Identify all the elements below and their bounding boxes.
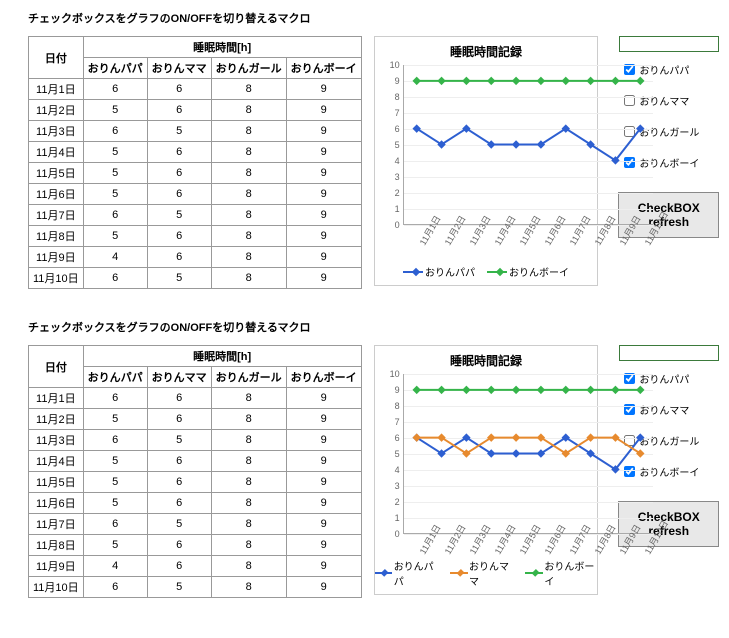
table-row: 11月1日6689: [29, 388, 362, 409]
col-group: 睡眠時間[h]: [83, 346, 361, 367]
table-row: 11月9日4689: [29, 556, 362, 577]
y-tick: 0: [384, 220, 400, 230]
y-tick: 2: [384, 497, 400, 507]
table-row: 11月3日6589: [29, 121, 362, 142]
table-row: 11月2日5689: [29, 100, 362, 121]
col-0: おりんパパ: [83, 58, 147, 79]
y-tick: 1: [384, 204, 400, 214]
section-0: チェックボックスをグラフのON/OFFを切り替えるマクロ日付睡眠時間[h]おりん…: [10, 10, 719, 289]
series-marker: [437, 386, 445, 394]
series-marker: [512, 449, 520, 457]
series-marker: [512, 386, 520, 394]
y-tick: 7: [384, 417, 400, 427]
legend-item: おりんママ: [450, 558, 513, 588]
table-row: 11月3日6589: [29, 430, 362, 451]
col-date: 日付: [29, 346, 84, 388]
table-row: 11月10日6589: [29, 268, 362, 289]
legend-item: おりんボーイ: [487, 264, 569, 279]
y-tick: 6: [384, 124, 400, 134]
table-row: 11月4日5689: [29, 451, 362, 472]
col-2: おりんガール: [211, 367, 286, 388]
series-marker: [586, 386, 594, 394]
table-row: 11月7日6589: [29, 205, 362, 226]
table-row: 11月5日5689: [29, 472, 362, 493]
table-row: 11月7日6589: [29, 514, 362, 535]
y-tick: 5: [384, 140, 400, 150]
legend-item: おりんボーイ: [525, 558, 597, 588]
series-marker: [512, 77, 520, 85]
table-row: 11月5日5689: [29, 163, 362, 184]
table-row: 11月8日5689: [29, 226, 362, 247]
chart-1: 睡眠時間記録01234567891011月1日11月2日11月3日11月4日11…: [374, 345, 599, 595]
series-marker: [487, 386, 495, 394]
series-marker: [611, 77, 619, 85]
series-marker: [412, 77, 420, 85]
y-tick: 9: [384, 76, 400, 86]
y-tick: 3: [384, 172, 400, 182]
col-0: おりんパパ: [83, 367, 147, 388]
chart-0: 睡眠時間記録01234567891011月1日11月2日11月3日11月4日11…: [374, 36, 599, 286]
data-table: 日付睡眠時間[h]おりんパパおりんママおりんガールおりんボーイ11月1日6689…: [28, 36, 362, 289]
col-1: おりんママ: [147, 367, 211, 388]
blank-cell: [619, 345, 719, 361]
y-tick: 0: [384, 529, 400, 539]
y-tick: 10: [384, 369, 400, 379]
section-title: チェックボックスをグラフのON/OFFを切り替えるマクロ: [28, 319, 719, 335]
y-tick: 9: [384, 385, 400, 395]
table-row: 11月6日5689: [29, 184, 362, 205]
y-tick: 10: [384, 60, 400, 70]
chart-legend: おりんパパおりんボーイ: [375, 264, 598, 279]
series-marker: [636, 77, 644, 85]
y-tick: 2: [384, 188, 400, 198]
series-marker: [536, 77, 544, 85]
series-marker: [462, 77, 470, 85]
series-marker: [487, 77, 495, 85]
series-marker: [561, 386, 569, 394]
series-line: [416, 129, 640, 161]
chart-title: 睡眠時間記録: [375, 37, 598, 60]
y-tick: 4: [384, 156, 400, 166]
legend-item: おりんパパ: [403, 264, 475, 279]
series-marker: [586, 77, 594, 85]
series-marker: [636, 386, 644, 394]
y-tick: 7: [384, 108, 400, 118]
series-marker: [561, 77, 569, 85]
table-row: 11月4日5689: [29, 142, 362, 163]
y-tick: 8: [384, 401, 400, 411]
table-row: 11月9日4689: [29, 247, 362, 268]
series-marker: [437, 77, 445, 85]
y-tick: 6: [384, 433, 400, 443]
col-group: 睡眠時間[h]: [83, 37, 361, 58]
col-date: 日付: [29, 37, 84, 79]
blank-cell: [619, 36, 719, 52]
y-tick: 3: [384, 481, 400, 491]
series-marker: [611, 386, 619, 394]
data-table: 日付睡眠時間[h]おりんパパおりんママおりんガールおりんボーイ11月1日6689…: [28, 345, 362, 598]
section-1: チェックボックスをグラフのON/OFFを切り替えるマクロ日付睡眠時間[h]おりん…: [10, 319, 719, 598]
series-marker: [412, 386, 420, 394]
series-line: [416, 438, 640, 454]
col-3: おりんボーイ: [286, 367, 361, 388]
series-marker: [512, 433, 520, 441]
col-2: おりんガール: [211, 58, 286, 79]
chart-legend: おりんパパおりんママおりんボーイ: [375, 558, 598, 588]
y-tick: 8: [384, 92, 400, 102]
y-tick: 5: [384, 449, 400, 459]
col-3: おりんボーイ: [286, 58, 361, 79]
legend-item: おりんパパ: [375, 558, 438, 588]
section-title: チェックボックスをグラフのON/OFFを切り替えるマクロ: [28, 10, 719, 26]
col-1: おりんママ: [147, 58, 211, 79]
series-marker: [512, 140, 520, 148]
chart-title: 睡眠時間記録: [375, 346, 598, 369]
table-row: 11月2日5689: [29, 409, 362, 430]
y-tick: 4: [384, 465, 400, 475]
table-row: 11月10日6589: [29, 577, 362, 598]
table-row: 11月1日6689: [29, 79, 362, 100]
table-row: 11月8日5689: [29, 535, 362, 556]
series-marker: [462, 386, 470, 394]
series-marker: [536, 386, 544, 394]
y-tick: 1: [384, 513, 400, 523]
table-row: 11月6日5689: [29, 493, 362, 514]
